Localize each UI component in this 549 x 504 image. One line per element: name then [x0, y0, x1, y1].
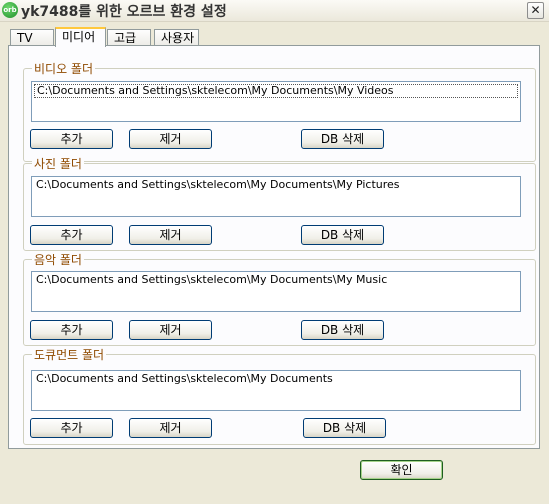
document-folder-group: 도큐먼트 폴더 C:\Documents and Settings\sktele… — [23, 346, 536, 445]
media-panel: 비디오 폴더 C:\Documents and Settings\sktelec… — [8, 45, 540, 449]
music-folder-title: 음악 폴더 — [32, 251, 84, 268]
video-folder-path[interactable]: C:\Documents and Settings\sktelecom\My D… — [34, 84, 518, 98]
tab-users[interactable]: 사용자 — [154, 29, 199, 46]
close-button[interactable]: ✕ — [527, 2, 544, 19]
document-folder-path[interactable]: C:\Documents and Settings\sktelecom\My D… — [34, 373, 518, 385]
document-folder-title: 도큐먼트 폴더 — [32, 346, 107, 363]
music-delete-db-button[interactable]: DB 삭제 — [301, 320, 384, 340]
title-bar[interactable]: orb yk7488를 위한 오르브 환경 설정 ✕ — [0, 0, 549, 22]
music-add-button[interactable]: 추가 — [30, 320, 113, 340]
video-remove-button[interactable]: 제거 — [129, 129, 212, 149]
photo-folder-title: 사진 폴더 — [32, 155, 84, 172]
music-remove-button[interactable]: 제거 — [129, 320, 212, 340]
photo-folder-path[interactable]: C:\Documents and Settings\sktelecom\My D… — [34, 179, 518, 191]
orb-app-icon: orb — [2, 2, 18, 18]
music-folder-list[interactable]: C:\Documents and Settings\sktelecom\My D… — [31, 271, 521, 312]
video-folder-title: 비디오 폴더 — [32, 60, 96, 77]
tab-media[interactable]: 미디어 — [55, 27, 106, 47]
document-delete-db-button[interactable]: DB 삭제 — [303, 418, 386, 438]
document-add-button[interactable]: 추가 — [30, 418, 113, 438]
document-remove-button[interactable]: 제거 — [129, 418, 212, 438]
music-folder-path[interactable]: C:\Documents and Settings\sktelecom\My D… — [34, 274, 518, 286]
tab-advanced[interactable]: 고급 — [107, 29, 151, 46]
video-folder-list[interactable]: C:\Documents and Settings\sktelecom\My D… — [31, 81, 521, 122]
tab-tv[interactable]: TV — [10, 29, 54, 46]
photo-folder-group: 사진 폴더 C:\Documents and Settings\skteleco… — [23, 155, 536, 251]
photo-remove-button[interactable]: 제거 — [129, 225, 212, 245]
video-add-button[interactable]: 추가 — [30, 129, 113, 149]
ok-button[interactable]: 확인 — [360, 460, 443, 480]
music-folder-group: 음악 폴더 C:\Documents and Settings\skteleco… — [23, 251, 536, 346]
window-title: yk7488를 위한 오르브 환경 설정 — [21, 4, 227, 20]
photo-delete-db-button[interactable]: DB 삭제 — [301, 225, 384, 245]
video-folder-group: 비디오 폴더 C:\Documents and Settings\sktelec… — [23, 60, 536, 162]
video-delete-db-button[interactable]: DB 삭제 — [301, 129, 384, 149]
photo-folder-list[interactable]: C:\Documents and Settings\sktelecom\My D… — [31, 176, 521, 217]
document-folder-list[interactable]: C:\Documents and Settings\sktelecom\My D… — [31, 370, 521, 411]
photo-add-button[interactable]: 추가 — [30, 225, 113, 245]
